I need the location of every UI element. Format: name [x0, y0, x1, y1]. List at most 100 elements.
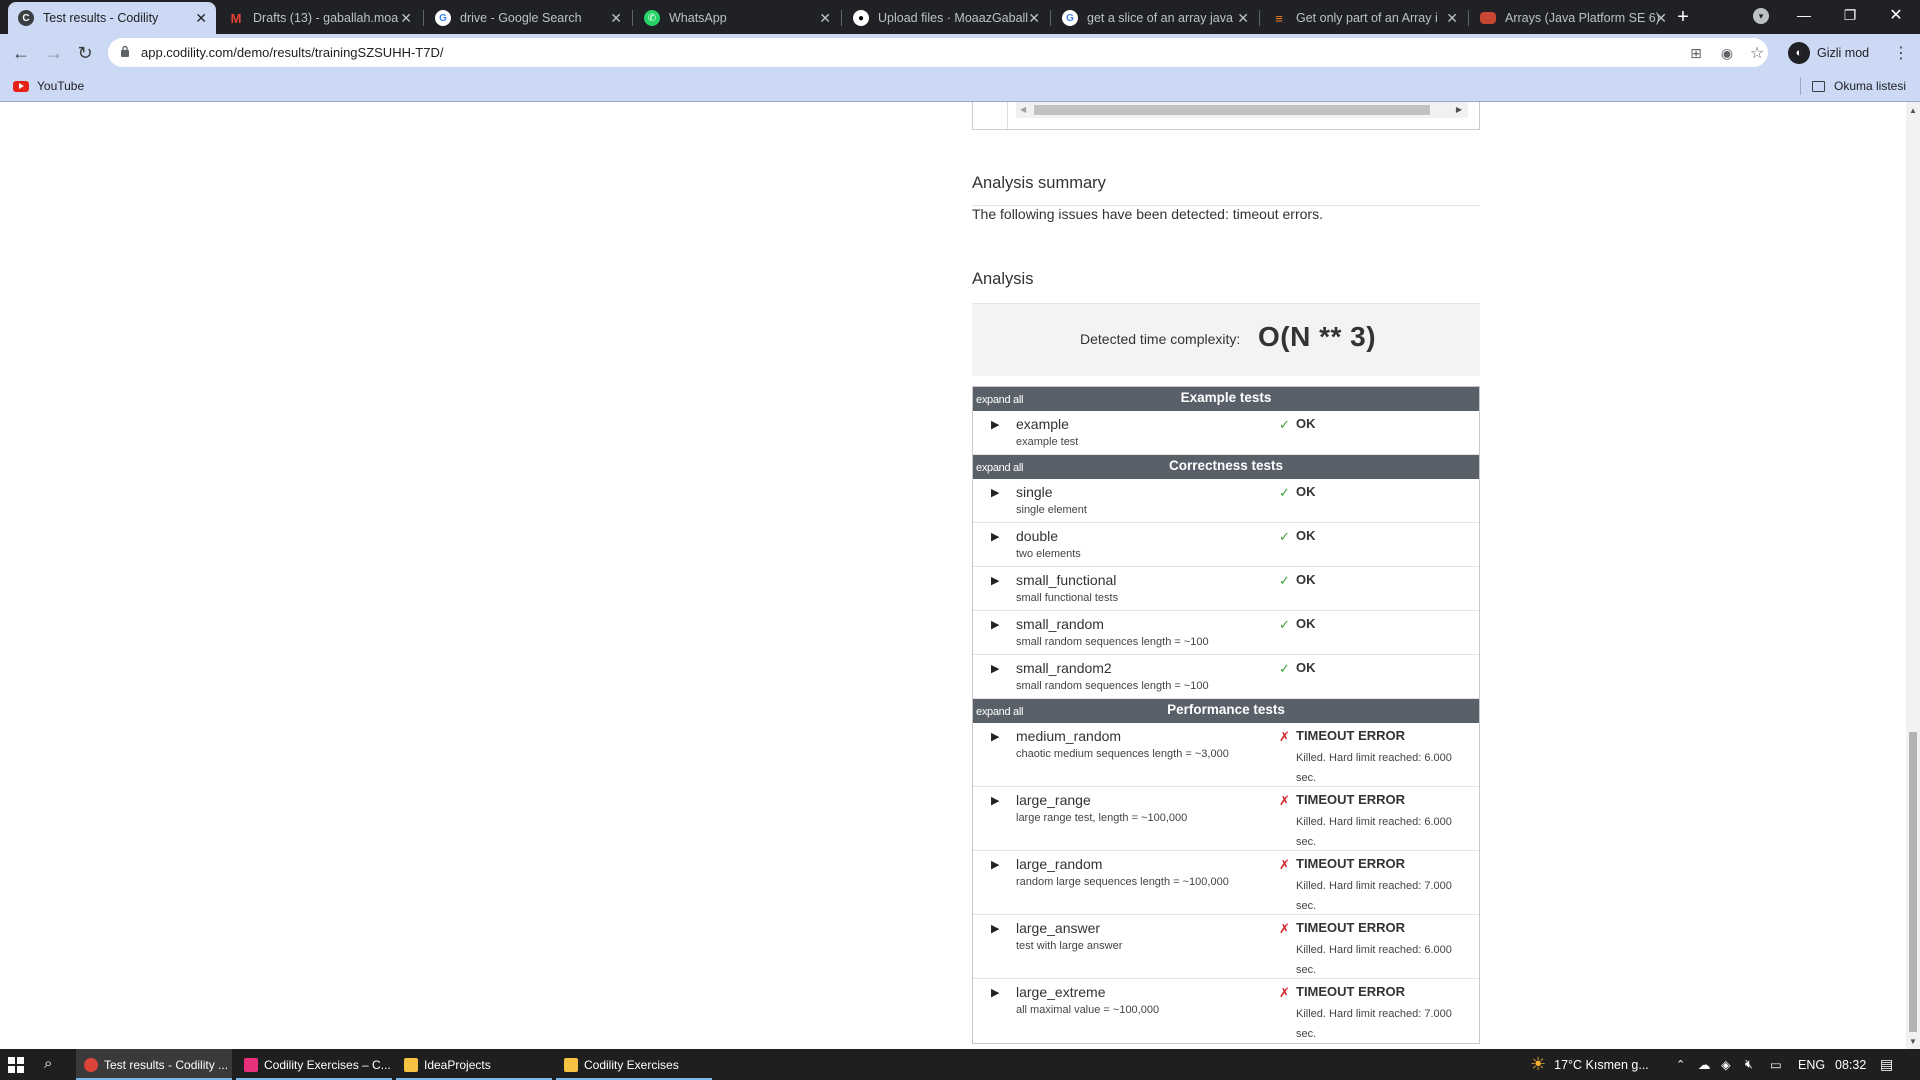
reload-icon[interactable]: ↻ [72, 40, 98, 66]
test-description: example test [1016, 436, 1079, 448]
taskbar-app-intellij[interactable]: Codility Exercises – C... [236, 1049, 392, 1080]
input-language[interactable]: ENG [1798, 1049, 1825, 1080]
expand-all-link[interactable]: expand all [976, 706, 1023, 718]
volume-muted-icon[interactable]: 🔇︎ [1745, 1049, 1753, 1080]
test-description: random large sequences length = ~100,000 [1016, 876, 1229, 888]
incognito-profile-button[interactable]: ◐ Gizli mod [1788, 39, 1869, 66]
test-row[interactable]: ▶ small_random small random sequences le… [973, 611, 1479, 655]
test-status: OK [1296, 572, 1316, 587]
close-tab-icon[interactable]: ✕ [819, 10, 831, 26]
test-status: OK [1296, 660, 1316, 675]
group-title: Performance tests [1167, 702, 1285, 717]
page-vertical-scrollbar[interactable]: ▲ ▼ [1906, 102, 1920, 1049]
close-tab-icon[interactable]: ✕ [1028, 10, 1040, 26]
expand-all-link[interactable]: expand all [976, 394, 1023, 406]
expand-triangle-icon[interactable]: ▶ [991, 858, 999, 871]
address-bar[interactable]: app.codility.com/demo/results/trainingSZ… [108, 38, 1768, 67]
tab-oracle-arrays[interactable]: Arrays (Java Platform SE 6) ✕ [1470, 2, 1676, 34]
test-error-detail: Killed. Hard limit reached: 7.000 sec. [1296, 1008, 1452, 1040]
expand-triangle-icon[interactable]: ▶ [991, 486, 999, 499]
taskbar-app-chrome[interactable]: Test results - Codility ... [76, 1049, 232, 1080]
expand-triangle-icon[interactable]: ▶ [991, 618, 999, 631]
test-status: TIMEOUT ERROR [1296, 920, 1406, 935]
scroll-right-arrow-icon[interactable]: ▶ [1456, 105, 1462, 114]
test-row[interactable]: ▶ example example test ✓ OK [973, 411, 1479, 455]
onedrive-cloud-icon[interactable]: ☁ [1698, 1049, 1711, 1080]
notifications-icon[interactable]: ▤ [1880, 1049, 1893, 1080]
browser-tab-strip: C Test results - Codility ✕ M Drafts (13… [0, 0, 1920, 34]
expand-triangle-icon[interactable]: ▶ [991, 986, 999, 999]
expand-triangle-icon[interactable]: ▶ [991, 418, 999, 431]
tab-google-slice[interactable]: G get a slice of an array java ✕ [1052, 2, 1258, 34]
tray-chevron-icon[interactable]: ⌃ [1676, 1049, 1685, 1080]
expand-triangle-icon[interactable]: ▶ [991, 530, 999, 543]
close-tab-icon[interactable]: ✕ [1446, 10, 1458, 26]
tracking-blocked-eye-icon[interactable]: ◉ [1717, 43, 1737, 63]
tab-test-results[interactable]: C Test results - Codility ✕ [8, 2, 216, 34]
weather-widget[interactable]: ☀ 17°C Kısmen g... [1530, 1049, 1649, 1080]
windows-start-icon[interactable] [8, 1057, 24, 1073]
tab-github[interactable]: ● Upload files · MoaazGaball ✕ [843, 2, 1049, 34]
tab-whatsapp[interactable]: ✆ WhatsApp ✕ [634, 2, 840, 34]
test-name: single [1016, 484, 1053, 500]
analysis-heading: Analysis [972, 270, 1034, 288]
close-tab-icon[interactable]: ✕ [1237, 10, 1249, 26]
test-row[interactable]: ▶ small_functional small functional test… [973, 567, 1479, 611]
close-tab-icon[interactable]: ✕ [610, 10, 622, 26]
bookmark-star-icon[interactable]: ☆ [1747, 43, 1767, 63]
test-row[interactable]: ▶ large_random random large sequences le… [973, 851, 1479, 915]
url-text[interactable]: app.codility.com/demo/results/trainingSZ… [141, 45, 443, 60]
restore-icon[interactable]: ❐ [1827, 0, 1873, 30]
test-name: example [1016, 416, 1069, 432]
minimize-icon[interactable]: — [1781, 0, 1827, 30]
scroll-up-arrow-icon[interactable]: ▲ [1909, 106, 1917, 115]
translate-icon[interactable]: ⊞ [1686, 43, 1706, 63]
close-tab-icon[interactable]: ✕ [400, 10, 412, 26]
expand-triangle-icon[interactable]: ▶ [991, 662, 999, 675]
tab-drive-search[interactable]: G drive - Google Search ✕ [425, 2, 631, 34]
expand-triangle-icon[interactable]: ▶ [991, 922, 999, 935]
code-horizontal-scrollbar[interactable]: ◀ ▶ [1016, 102, 1468, 118]
security-icon[interactable]: ◈ [1721, 1049, 1731, 1080]
test-row[interactable]: ▶ large_answer test with large answer ✗ … [973, 915, 1479, 979]
test-row[interactable]: ▶ medium_random chaotic medium sequences… [973, 723, 1479, 787]
close-tab-icon[interactable]: ✕ [1655, 10, 1667, 26]
expand-all-link[interactable]: expand all [976, 462, 1023, 474]
test-row[interactable]: ▶ large_extreme all maximal value = ~100… [973, 979, 1479, 1043]
reading-list-button[interactable]: Okuma listesi [1812, 79, 1906, 93]
test-description: all maximal value = ~100,000 [1016, 1004, 1160, 1016]
tab-separator [1468, 10, 1469, 26]
test-row[interactable]: ▶ large_range large range test, length =… [973, 787, 1479, 851]
bookmark-youtube[interactable]: YouTube [13, 79, 84, 93]
test-row[interactable]: ▶ double two elements ✓ OK [973, 523, 1479, 567]
scrollbar-thumb[interactable] [1909, 732, 1917, 1032]
scrollbar-thumb[interactable] [1034, 105, 1430, 115]
menu-kebab-icon[interactable]: ⋮ [1888, 40, 1914, 66]
test-name: double [1016, 528, 1059, 544]
check-icon: ✓ [1279, 485, 1290, 500]
network-icon[interactable]: ▭ [1770, 1049, 1782, 1080]
test-row[interactable]: ▶ single single element ✓ OK [973, 479, 1479, 523]
expand-triangle-icon[interactable]: ▶ [991, 794, 999, 807]
tab-search-icon[interactable]: ▾ [1753, 8, 1769, 24]
clock[interactable]: 08:32 [1835, 1049, 1866, 1080]
lock-icon[interactable] [120, 45, 130, 57]
back-arrow-icon[interactable]: ← [8, 40, 34, 66]
tab-stackoverflow[interactable]: ≡ Get only part of an Array i ✕ [1261, 2, 1467, 34]
expand-triangle-icon[interactable]: ▶ [991, 574, 999, 587]
tab-gmail[interactable]: M Drafts (13) - gaballah.moa ✕ [218, 2, 421, 34]
scroll-down-arrow-icon[interactable]: ▼ [1909, 1037, 1917, 1046]
new-tab-plus-icon[interactable]: + [1671, 5, 1695, 29]
cross-icon: ✗ [1279, 921, 1290, 936]
close-window-icon[interactable]: ✕ [1873, 0, 1919, 30]
taskbar-app-ideaprojects[interactable]: IdeaProjects [396, 1049, 552, 1080]
gmail-icon: M [230, 10, 242, 26]
test-row[interactable]: ▶ small_random2 small random sequences l… [973, 655, 1479, 699]
expand-triangle-icon[interactable]: ▶ [991, 730, 999, 743]
scroll-left-arrow-icon[interactable]: ◀ [1020, 105, 1026, 114]
taskbar-app-codility-folder[interactable]: Codility Exercises [556, 1049, 712, 1080]
search-icon[interactable]: ⌕ [44, 1055, 52, 1072]
close-tab-icon[interactable]: ✕ [195, 10, 207, 26]
test-description: large range test, length = ~100,000 [1016, 812, 1188, 824]
forward-arrow-icon[interactable]: → [41, 40, 67, 66]
